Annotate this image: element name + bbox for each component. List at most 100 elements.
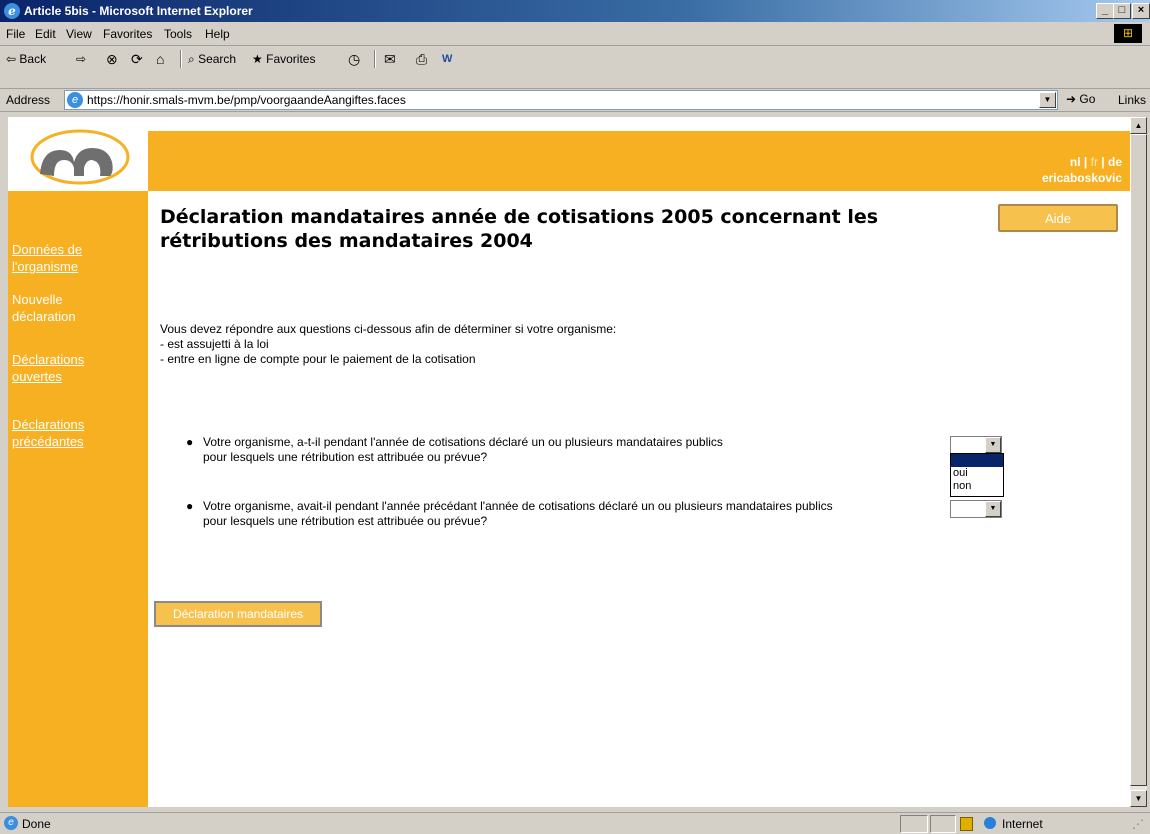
stop-icon[interactable]: ⊗ [106, 49, 118, 69]
option-empty[interactable] [951, 454, 1003, 467]
sidebar-item-declarations-precedantes[interactable]: Déclarations précédantes [12, 416, 142, 450]
page-content: nl | fr | de ericaboskovic Données de l'… [8, 117, 1130, 807]
go-label: Go [1079, 92, 1096, 106]
forward-button[interactable]: ⇨ [76, 49, 86, 69]
home-icon[interactable]: ⌂ [156, 49, 164, 69]
history-icon[interactable]: ◷ [348, 49, 360, 69]
address-input[interactable]: e https://honir.smals-mvm.be/pmp/voorgaa… [64, 90, 1058, 110]
lang-separator: | [1080, 155, 1091, 169]
page-done-icon: e [4, 816, 18, 830]
question-2-select[interactable]: ▼ [950, 500, 1002, 518]
menu-tools[interactable]: Tools [164, 27, 192, 41]
top-banner: nl | fr | de ericaboskovic [148, 131, 1130, 191]
declaration-mandataires-button[interactable]: Déclaration mandataires [154, 601, 322, 627]
sidebar-item-label: déclaration [12, 309, 76, 324]
intro-text: - entre en ligne de compte pour le paiem… [160, 352, 476, 366]
toolbar: ⇦ Back ⇨ ⊗ ⟳ ⌂ ⌕ Search ★ Favorites ◷ ✉ … [0, 46, 1150, 89]
sidebar-item-label: l'organisme [12, 259, 79, 274]
status-text: Done [22, 817, 51, 831]
question-text: Votre organisme, avait-il pendant l'anné… [203, 499, 833, 513]
window-title: Article 5bis - Microsoft Internet Explor… [24, 4, 253, 18]
scroll-thumb[interactable] [1130, 134, 1147, 786]
help-button[interactable]: Aide [998, 204, 1118, 232]
menu-edit[interactable]: Edit [35, 27, 56, 41]
sidebar-item-label: précédantes [12, 434, 84, 449]
question-1: Votre organisme, a-t-il pendant l'année … [203, 435, 963, 465]
minimize-button[interactable]: _ [1096, 3, 1114, 19]
sidebar-item-label: Nouvelle [12, 292, 63, 307]
back-button[interactable]: ⇦ Back [6, 49, 46, 69]
windows-logo-icon: ⊞ [1114, 24, 1142, 43]
sidebar-item-label: Données de [12, 242, 83, 257]
menu-bar: File Edit View Favorites Tools Help ⊞ [0, 22, 1150, 46]
page-title-line: rétributions des mandataires 2004 [160, 230, 533, 252]
lang-separator: | [1097, 155, 1108, 169]
scroll-down-icon[interactable]: ▼ [1130, 790, 1147, 807]
question-1-select[interactable]: ▼ [950, 436, 1002, 454]
address-url: https://honir.smals-mvm.be/pmp/voorgaand… [87, 93, 406, 107]
lang-fr-link[interactable]: fr [1091, 155, 1098, 169]
chevron-down-icon[interactable]: ▼ [985, 501, 1001, 517]
sidebar-item-label: Déclarations [12, 352, 85, 367]
intro-text: - est assujetti à la loi [160, 337, 269, 351]
status-panel [930, 815, 956, 833]
page-icon: e [67, 92, 83, 108]
security-zone: Internet [1002, 817, 1043, 831]
language-switcher: nl | fr | de [1070, 155, 1122, 169]
page-title-line: Déclaration mandataires année de cotisat… [160, 206, 879, 228]
search-label: Search [198, 52, 237, 66]
maximize-button[interactable]: □ [1113, 3, 1131, 19]
links-button[interactable]: Links [1118, 93, 1146, 107]
menu-favorites[interactable]: Favorites [103, 27, 152, 41]
status-panel [900, 815, 928, 833]
sidebar-item-nouvelle-declaration: Nouvelle déclaration [12, 291, 142, 325]
lock-icon [960, 817, 973, 831]
close-button[interactable]: × [1132, 3, 1150, 19]
edit-word-icon[interactable]: W [442, 49, 452, 69]
go-arrow-icon: ➜ [1066, 92, 1077, 106]
left-sidebar: Données de l'organisme Nouvelle déclarat… [8, 191, 148, 807]
address-bar: Address e https://honir.smals-mvm.be/pmp… [0, 89, 1150, 112]
sidebar-item-donnees-organisme[interactable]: Données de l'organisme [12, 241, 142, 275]
resize-grip-icon[interactable]: ⋰ [1132, 817, 1144, 831]
sidebar-item-label: Déclarations [12, 417, 85, 432]
intro-text: Vous devez répondre aux questions ci-des… [160, 322, 617, 336]
question-1-dropdown-list: oui non [950, 453, 1004, 497]
refresh-icon[interactable]: ⟳ [131, 49, 143, 69]
logo-icon [30, 129, 130, 185]
menu-help[interactable]: Help [205, 27, 230, 41]
ie-logo-icon: e [4, 3, 20, 19]
globe-icon [984, 817, 996, 829]
sidebar-item-declarations-ouvertes[interactable]: Déclarations ouvertes [12, 351, 142, 385]
favorites-label: Favorites [266, 52, 316, 66]
print-icon[interactable]: ⎙ [416, 49, 427, 69]
chevron-down-icon[interactable]: ▼ [1039, 92, 1056, 108]
go-button[interactable]: ➜ Go [1066, 92, 1095, 106]
menu-view[interactable]: View [66, 27, 92, 41]
lang-nl-link[interactable]: nl [1070, 155, 1081, 169]
lang-de-link[interactable]: de [1108, 155, 1122, 169]
search-icon: ⌕ [188, 52, 195, 66]
menu-file[interactable]: File [6, 27, 25, 41]
question-text: Votre organisme, a-t-il pendant l'année … [203, 435, 723, 449]
mail-icon[interactable]: ✉ [384, 49, 396, 69]
address-label: Address [6, 93, 51, 107]
favorites-button[interactable]: ★ Favorites [252, 49, 315, 69]
option-non[interactable]: non [951, 480, 1003, 493]
question-text: pour lesquels une rétribution est attrib… [203, 450, 488, 464]
question-2: Votre organisme, avait-il pendant l'anné… [203, 499, 963, 529]
option-oui[interactable]: oui [951, 467, 1003, 480]
bullet-icon: ● [186, 435, 194, 449]
favorites-icon: ★ [252, 52, 263, 66]
question-text: pour lesquels une rétribution est attrib… [203, 514, 488, 528]
search-button[interactable]: ⌕ Search [188, 49, 236, 69]
title-bar: e Article 5bis - Microsoft Internet Expl… [0, 0, 1150, 22]
scroll-up-icon[interactable]: ▲ [1130, 117, 1147, 134]
username: ericaboskovic [1041, 171, 1122, 185]
bullet-icon: ● [186, 499, 194, 513]
status-bar: e Done Internet ⋰ [0, 812, 1150, 834]
chevron-down-icon[interactable]: ▼ [985, 437, 1001, 453]
sidebar-item-label: ouvertes [12, 369, 62, 384]
vertical-scrollbar[interactable]: ▲ ▼ [1130, 117, 1147, 807]
page-title: Déclaration mandataires année de cotisat… [160, 205, 960, 253]
